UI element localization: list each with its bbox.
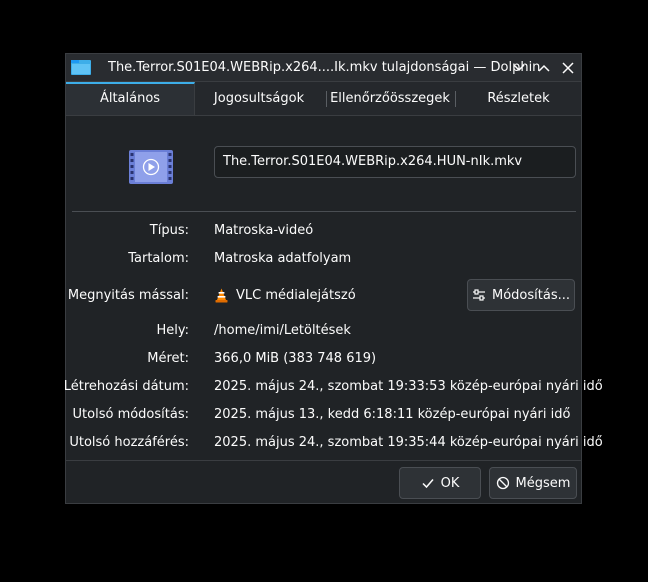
created-value: 2025. május 24., szombat 19:33:53 közép-… [214,379,603,394]
location-label: Hely: [156,323,189,338]
properties-dialog: The.Terror.S01E04.WEBRip.x264....Ik.mkv … [63,53,603,504]
title-bar[interactable]: The.Terror.S01E04.WEBRip.x264....Ik.mkv … [66,54,581,82]
video-file-icon[interactable] [129,150,173,184]
change-app-button[interactable]: Módosítás... [467,279,575,311]
ok-button[interactable]: OK [399,467,481,499]
vlc-icon [215,288,228,303]
minimize-button[interactable] [510,59,528,77]
settings-sliders-icon [473,289,485,301]
change-app-label: Módosítás... [492,287,570,303]
modified-value: 2025. május 13., kedd 6:18:11 közép-euró… [214,407,571,422]
chevron-down-icon [513,64,525,72]
size-label: Méret: [147,351,189,366]
maximize-button[interactable] [535,59,553,77]
open-with-value: VLC médialejátszó [236,288,356,303]
chevron-up-icon [538,64,550,72]
content-value: Matroska adatfolyam [214,251,352,266]
accessed-value: 2025. május 24., szombat 19:35:44 közép-… [214,435,603,450]
cancel-label: Mégsem [515,475,571,491]
close-button[interactable] [559,59,577,77]
folder-icon [71,60,91,75]
tab-permissions[interactable]: Jogosultságok [195,82,323,115]
accessed-label: Utolsó hozzáférés: [69,435,189,450]
type-label: Típus: [149,223,189,238]
tab-checksums[interactable]: Ellenőrzőösszegek [327,82,453,115]
tab-general[interactable]: Általános [66,82,195,115]
window-title: The.Terror.S01E04.WEBRip.x264....Ik.mkv … [108,60,541,75]
close-icon [562,62,574,74]
location-value: /home/imi/Letöltések [214,323,351,338]
tab-details[interactable]: Részletek [456,82,581,115]
file-name-input[interactable]: The.Terror.S01E04.WEBRip.x264.HUN-nIk.mk… [214,146,576,178]
footer-divider [66,460,581,461]
divider [72,211,576,212]
cancel-icon [496,476,509,490]
tab-bar: Általános Jogosultságok Ellenőrzőösszege… [66,82,581,116]
open-with-label: Megnyitás mással: [67,288,189,303]
created-label: Létrehozási dátum: [63,379,189,394]
type-value: Matroska-videó [214,223,314,238]
content-label: Tartalom: [128,251,189,266]
ok-label: OK [440,475,460,491]
size-value: 366,0 MiB (383 748 619) [214,351,377,366]
cancel-button[interactable]: Mégsem [489,467,577,499]
modified-label: Utolsó módosítás: [72,407,189,422]
check-icon [422,479,434,489]
